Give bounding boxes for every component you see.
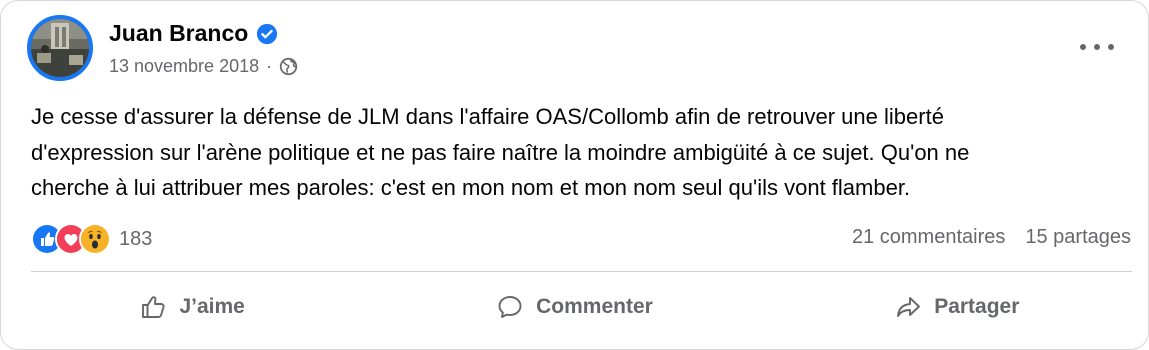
reaction-count: 183 [119,227,153,250]
author-avatar[interactable] [27,15,93,81]
more-options-icon[interactable] [1080,37,1114,57]
author-name-row: Juan Branco [109,20,278,47]
post-text-line: Je cesse d'assurer la défense de JLM dan… [31,104,944,129]
globe-icon[interactable] [279,57,298,76]
verified-badge-icon [257,23,278,44]
author-name[interactable]: Juan Branco [109,20,248,47]
meta-separator: · [266,56,273,76]
post-text-line: d'expression sur l'arène politique et ne… [31,139,970,165]
action-bar: J’aime Commenter Partager [1,281,1148,333]
post-text: Je cesse d'assurer la défense de JLM dan… [31,99,1121,206]
like-button[interactable]: J’aime [1,281,383,333]
post-date[interactable]: 13 novembre 2018 [109,56,259,77]
comment-icon [498,296,522,318]
comment-button-label: Commenter [536,295,653,318]
post-meta: 13 novembre 2018 · [109,56,298,77]
share-button[interactable]: Partager [766,281,1148,333]
post-text-line: cherche à lui attribuer mes paroles: c'e… [31,175,911,200]
engagement-stats: 21 commentaires 15 partages [852,226,1131,249]
comment-button[interactable]: Commenter [383,281,765,333]
comments-count-link[interactable]: 21 commentaires [852,226,1005,249]
actions-divider [31,271,1132,272]
share-button-label: Partager [934,295,1020,318]
like-button-label: J’aime [179,295,245,318]
share-icon [897,297,921,317]
avatar-photo [31,19,89,77]
reactions-summary[interactable]: 183 [31,223,152,255]
post-card: Juan Branco 13 novembre 2018 · Je cesse … [0,0,1149,350]
thumbs-up-icon [142,296,166,318]
shares-count-link[interactable]: 15 partages [1025,226,1131,249]
wow-icon [79,223,111,255]
